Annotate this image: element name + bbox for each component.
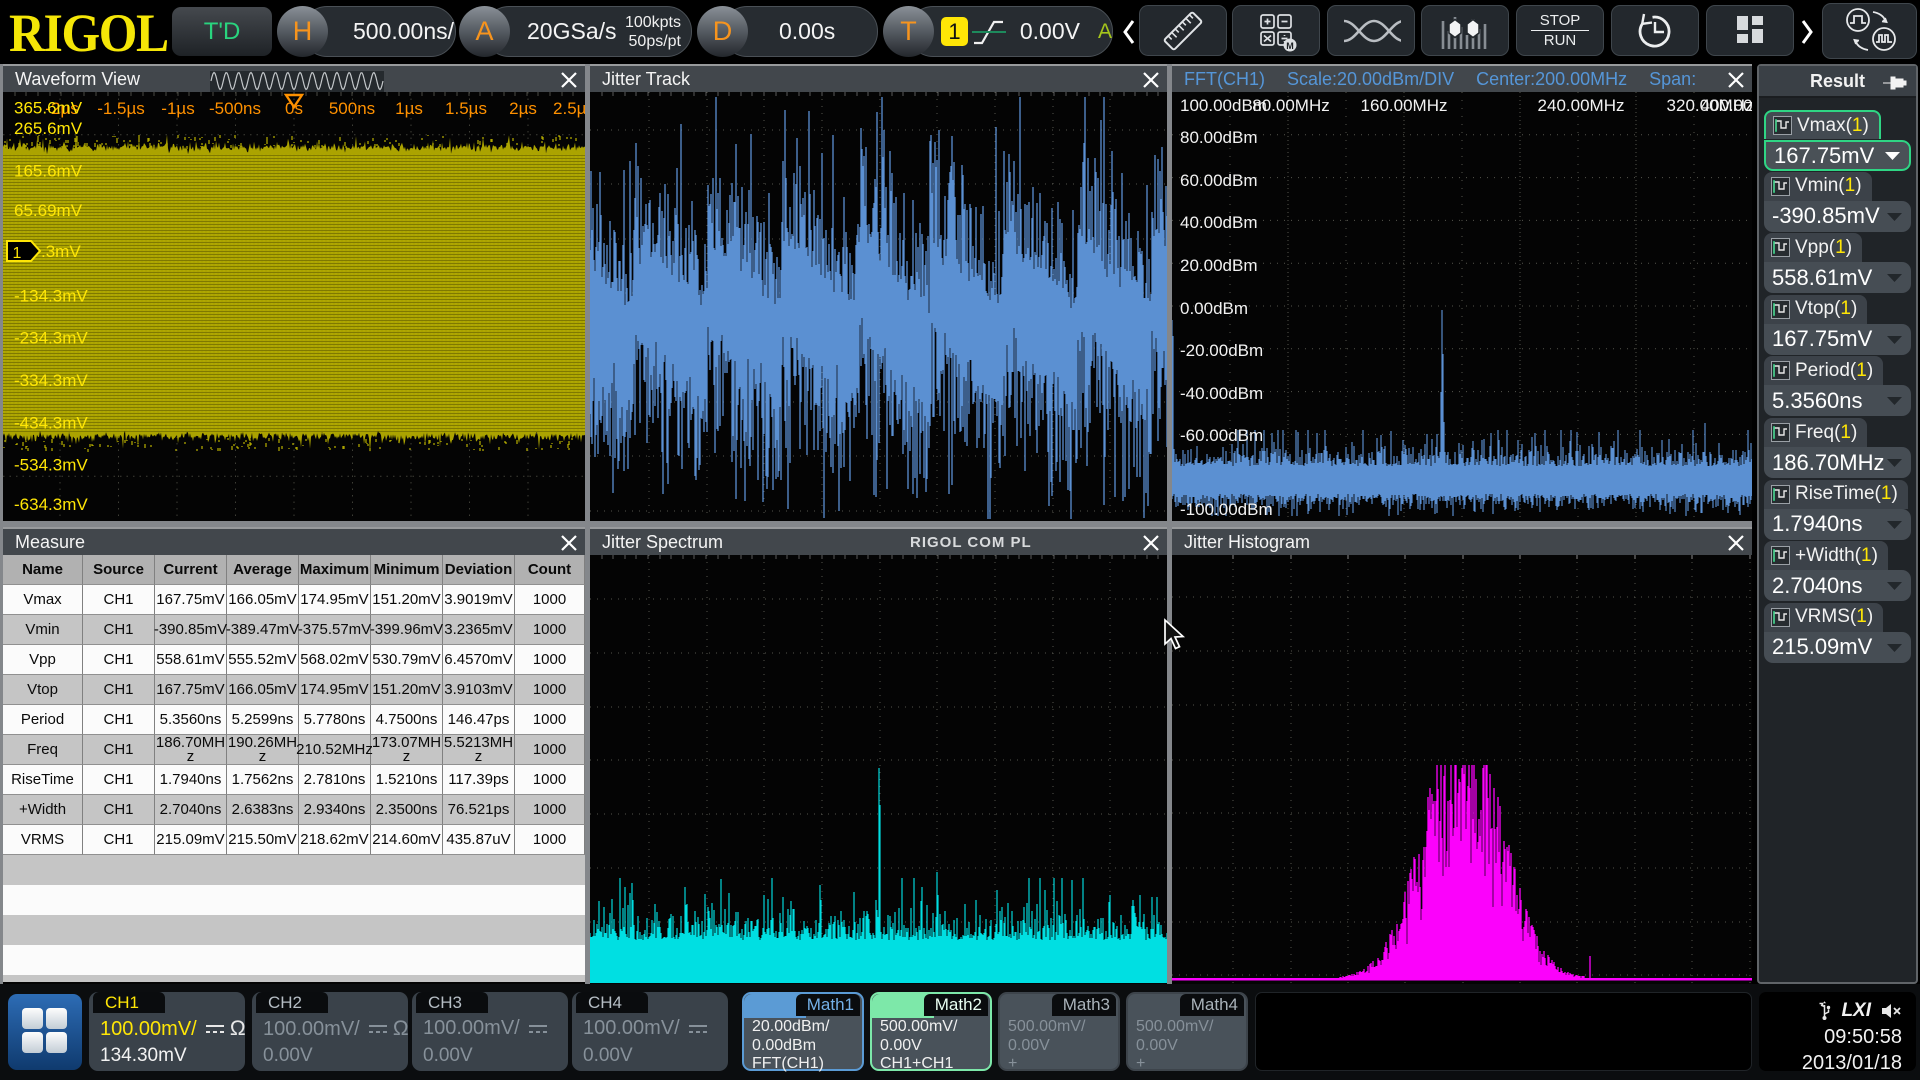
svg-text:M: M	[1286, 41, 1294, 51]
svg-text:40.00dBm: 40.00dBm	[1180, 213, 1258, 232]
svg-text:2.5µs: 2.5µs	[553, 99, 585, 118]
svg-text:-334.3mV: -334.3mV	[14, 371, 88, 390]
svg-text:1µs: 1µs	[395, 99, 423, 118]
svg-text:-20.00dBm: -20.00dBm	[1180, 341, 1263, 360]
svg-text:365.6mV: 365.6mV	[14, 99, 83, 118]
svg-text:-634.3mV: -634.3mV	[14, 495, 88, 514]
svg-text:400.00MHz: 400.00MHz	[1701, 96, 1752, 115]
svg-text:0.00dBm: 0.00dBm	[1180, 299, 1248, 318]
svg-text:2µs: 2µs	[509, 99, 537, 118]
svg-text:20.00dBm: 20.00dBm	[1180, 256, 1258, 275]
svg-text:-1.5µs: -1.5µs	[97, 99, 145, 118]
svg-text:-434.3mV: -434.3mV	[14, 414, 88, 433]
svg-text:165.6mV: 165.6mV	[14, 162, 83, 181]
svg-text:-500ns: -500ns	[209, 99, 261, 118]
svg-text:.3mV: .3mV	[41, 242, 81, 261]
svg-text:-1µs: -1µs	[161, 99, 194, 118]
svg-text:1: 1	[13, 245, 22, 262]
svg-text:65.69mV: 65.69mV	[14, 201, 83, 220]
svg-text:-134.3mV: -134.3mV	[14, 287, 88, 306]
svg-text:-234.3mV: -234.3mV	[14, 329, 88, 348]
svg-text:-40.00dBm: -40.00dBm	[1180, 384, 1263, 403]
svg-text:80.00dBm: 80.00dBm	[1180, 128, 1258, 147]
svg-text:265.6mV: 265.6mV	[14, 119, 83, 138]
svg-text:100.00dBm: 100.00dBm	[1180, 96, 1267, 115]
svg-text:500ns: 500ns	[329, 99, 375, 118]
svg-text:160.00MHz: 160.00MHz	[1361, 96, 1448, 115]
svg-text:-534.3mV: -534.3mV	[14, 456, 88, 475]
svg-text:-100.00dBm: -100.00dBm	[1180, 500, 1273, 519]
svg-text:60.00dBm: 60.00dBm	[1180, 171, 1258, 190]
svg-text:240.00MHz: 240.00MHz	[1538, 96, 1625, 115]
svg-text:1.5µs: 1.5µs	[445, 99, 487, 118]
svg-text:-60.00dBm: -60.00dBm	[1180, 426, 1263, 445]
